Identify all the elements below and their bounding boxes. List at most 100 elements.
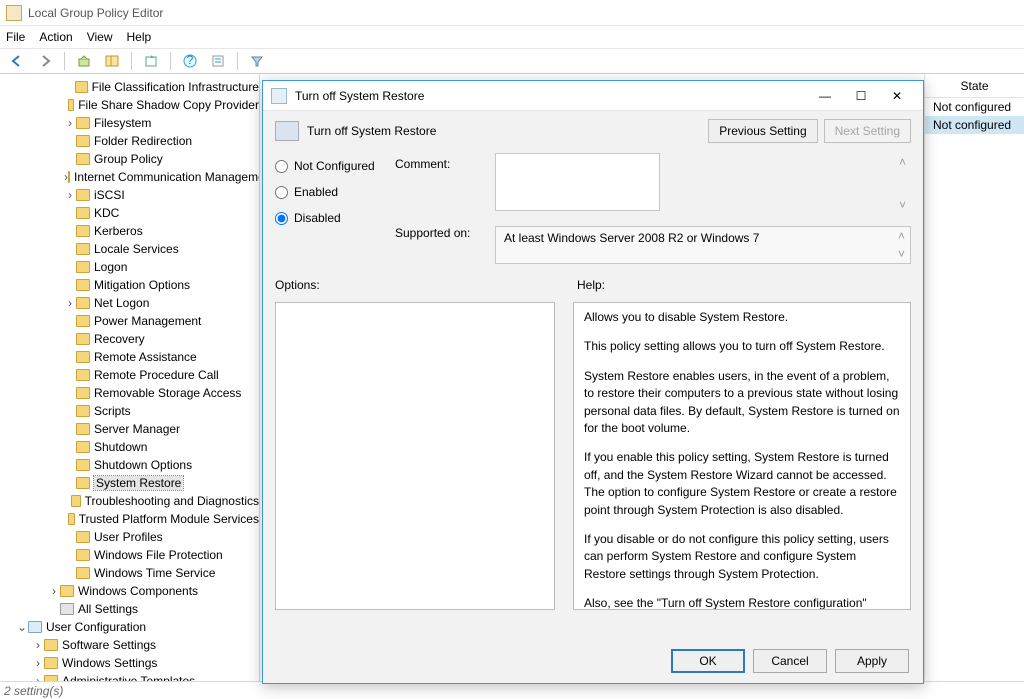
tree-item[interactable]: Shutdown <box>0 438 259 456</box>
state-cell[interactable]: Not configured <box>925 98 1024 116</box>
tree-item[interactable]: File Share Shadow Copy Provider <box>0 96 259 114</box>
forward-icon[interactable] <box>34 50 56 72</box>
expand-icon[interactable]: › <box>64 188 76 202</box>
help-pane[interactable]: Allows you to disable System Restore.Thi… <box>573 302 911 610</box>
apply-button[interactable]: Apply <box>835 649 909 673</box>
state-header[interactable]: State <box>925 74 1024 98</box>
menu-file[interactable]: File <box>6 30 25 44</box>
tree-item[interactable]: Kerberos <box>0 222 259 240</box>
expand-icon[interactable]: › <box>32 674 44 681</box>
tree-item[interactable]: Scripts <box>0 402 259 420</box>
folder-icon <box>76 225 90 237</box>
tree-item[interactable]: KDC <box>0 204 259 222</box>
tree-item[interactable]: ⌄ User Configuration <box>0 618 259 636</box>
ok-button[interactable]: OK <box>671 649 745 673</box>
tree-item[interactable]: Power Management <box>0 312 259 330</box>
tree-item-label: All Settings <box>78 602 138 616</box>
expand-icon[interactable]: › <box>64 116 76 130</box>
folder-icon <box>76 279 90 291</box>
folder-icon <box>76 243 90 255</box>
tree-item-label: Internet Communication Management <box>74 170 260 184</box>
tree-item[interactable]: Recovery <box>0 330 259 348</box>
state-radio-group: Not Configured Enabled Disabled <box>275 153 395 264</box>
help-paragraph: Allows you to disable System Restore. <box>584 309 900 326</box>
export-icon[interactable] <box>140 50 162 72</box>
tree-item-label: Administrative Templates <box>62 674 195 681</box>
back-icon[interactable] <box>6 50 28 72</box>
tree-item[interactable]: ›Net Logon <box>0 294 259 312</box>
tree-view[interactable]: File Classification Infrastructure File S… <box>0 74 260 681</box>
cancel-button[interactable]: Cancel <box>753 649 827 673</box>
next-setting-button[interactable]: Next Setting <box>824 119 911 143</box>
help-icon[interactable]: ? <box>179 50 201 72</box>
folder-icon <box>76 531 90 543</box>
folder-icon <box>76 333 90 345</box>
folder-icon <box>76 153 90 165</box>
tree-item-label: Trusted Platform Module Services <box>79 512 259 526</box>
menu-view[interactable]: View <box>87 30 113 44</box>
previous-setting-button[interactable]: Previous Setting <box>708 119 817 143</box>
tree-item[interactable]: File Classification Infrastructure <box>0 78 259 96</box>
maximize-icon[interactable]: ☐ <box>843 82 879 110</box>
tree-item[interactable]: › Software Settings <box>0 636 259 654</box>
tree-item[interactable]: Group Policy <box>0 150 259 168</box>
tree-item[interactable]: ›Windows Components <box>0 582 259 600</box>
filter-icon[interactable] <box>246 50 268 72</box>
tree-item[interactable]: Folder Redirection <box>0 132 259 150</box>
tree-item[interactable]: Removable Storage Access <box>0 384 259 402</box>
tree-item[interactable]: › Administrative Templates <box>0 672 259 681</box>
tree-item[interactable]: Shutdown Options <box>0 456 259 474</box>
state-column: State Not configured Not configured <box>924 74 1024 681</box>
tree-item-label: Windows File Protection <box>94 548 223 562</box>
folder-icon <box>76 567 90 579</box>
expand-icon[interactable]: › <box>32 656 44 670</box>
comment-input[interactable] <box>495 153 660 211</box>
radio-not-configured[interactable]: Not Configured <box>275 153 395 179</box>
tree-item[interactable]: ›Filesystem <box>0 114 259 132</box>
tree-item-label: Mitigation Options <box>94 278 190 292</box>
folder-icon <box>76 477 90 489</box>
tree-item[interactable]: Server Manager <box>0 420 259 438</box>
tree-item[interactable]: All Settings <box>0 600 259 618</box>
tree-item[interactable]: Windows Time Service <box>0 564 259 582</box>
close-icon[interactable]: ✕ <box>879 82 915 110</box>
tree-item-label: Windows Settings <box>62 656 157 670</box>
tree-item[interactable]: ›iSCSI <box>0 186 259 204</box>
tree-item[interactable]: System Restore <box>0 474 259 492</box>
tree-item-label: Removable Storage Access <box>94 386 241 400</box>
tree-item[interactable]: Mitigation Options <box>0 276 259 294</box>
tree-item[interactable]: › Windows Settings <box>0 654 259 672</box>
tree-item-label: System Restore <box>94 476 183 490</box>
show-hide-tree-icon[interactable] <box>101 50 123 72</box>
menu-help[interactable]: Help <box>127 30 152 44</box>
folder-icon <box>75 81 88 93</box>
tree-item-label: Kerberos <box>94 224 143 238</box>
tree-item[interactable]: Trusted Platform Module Services <box>0 510 259 528</box>
radio-disabled[interactable]: Disabled <box>275 205 395 231</box>
tree-item[interactable]: Remote Procedure Call <box>0 366 259 384</box>
up-icon[interactable] <box>73 50 95 72</box>
expand-icon[interactable]: › <box>32 638 44 652</box>
tree-item[interactable]: Locale Services <box>0 240 259 258</box>
tree-item[interactable]: Windows File Protection <box>0 546 259 564</box>
tree-item-label: File Classification Infrastructure <box>92 80 259 94</box>
tree-item[interactable]: Remote Assistance <box>0 348 259 366</box>
tree-item[interactable]: User Profiles <box>0 528 259 546</box>
folder-icon <box>76 297 90 309</box>
tree-item-label: Folder Redirection <box>94 134 192 148</box>
menu-action[interactable]: Action <box>39 30 72 44</box>
tree-item[interactable]: Troubleshooting and Diagnostics <box>0 492 259 510</box>
tree-item[interactable]: Logon <box>0 258 259 276</box>
tree-item-label: User Configuration <box>46 620 146 634</box>
properties-icon[interactable] <box>207 50 229 72</box>
radio-enabled[interactable]: Enabled <box>275 179 395 205</box>
tree-item[interactable]: ›Internet Communication Management <box>0 168 259 186</box>
expand-icon[interactable]: ⌄ <box>16 620 28 634</box>
tree-item-label: Software Settings <box>62 638 156 652</box>
state-cell[interactable]: Not configured <box>925 116 1024 134</box>
dialog-titlebar: Turn off System Restore — ☐ ✕ <box>263 81 923 111</box>
minimize-icon[interactable]: — <box>807 82 843 110</box>
svg-text:?: ? <box>187 54 194 67</box>
expand-icon[interactable]: › <box>64 296 76 310</box>
expand-icon[interactable]: › <box>48 584 60 598</box>
